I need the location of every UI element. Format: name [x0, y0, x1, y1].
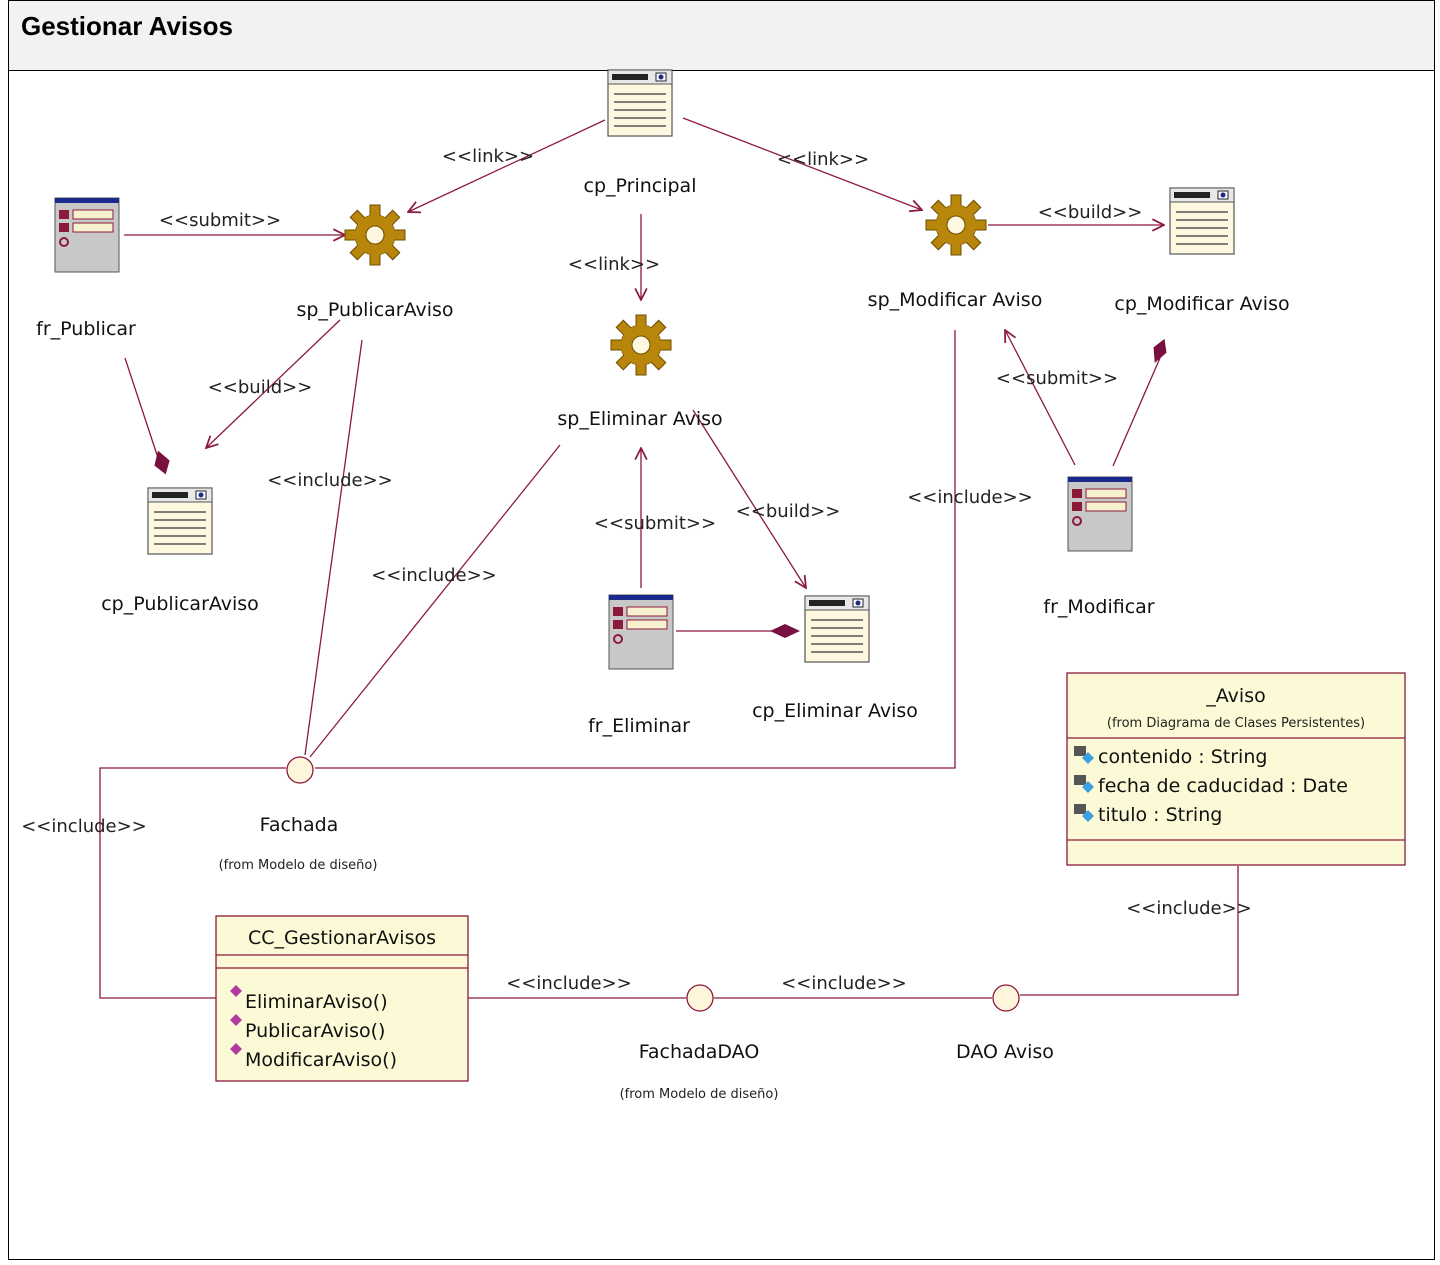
fachadadao-interface-icon: [686, 984, 714, 1012]
stereo-submit-modificar: <<submit>>: [996, 368, 1118, 389]
fr-eliminar-icon: [608, 594, 674, 670]
stereo-include-aviso: <<include>>: [1126, 898, 1252, 919]
node-cp-eliminar: cp_Eliminar Aviso: [752, 700, 918, 722]
cp-principal-icon: [607, 69, 673, 137]
include-publicar-fachada: [304, 339, 363, 756]
stereo-include-cc-dao: <<include>>: [506, 973, 632, 994]
stereo-include-publicar: <<include>>: [267, 470, 393, 491]
stereo-submit-publicar: <<submit>>: [159, 210, 281, 231]
cp-modificar-icon: [1169, 187, 1235, 255]
submit-modificar: [1005, 330, 1076, 466]
op-publicar: PublicarAviso(): [245, 1020, 385, 1042]
stereo-build-eliminar: <<build>>: [736, 501, 841, 522]
comp-publicar: [124, 357, 163, 471]
stereo-link-publicar: <<link>>: [442, 146, 534, 167]
stereo-include-dao-chain: <<include>>: [781, 973, 907, 994]
fr-publicar-icon: [54, 197, 120, 273]
node-sp-publicar: sp_PublicarAviso: [296, 299, 453, 321]
node-cp-publicar: cp_PublicarAviso: [101, 593, 259, 615]
fr-modificar-icon: [1067, 476, 1133, 552]
stereo-link-modificar: <<link>>: [777, 149, 869, 170]
sp-eliminar-gear-icon: [610, 314, 672, 376]
node-sp-eliminar: sp_Eliminar Aviso: [557, 408, 722, 430]
diamond-modificar: [1153, 338, 1167, 363]
op-eliminar: EliminarAviso(): [245, 991, 388, 1013]
node-fr-modificar: fr_Modificar: [1043, 596, 1154, 618]
class-aviso-from: (from Diagrama de Clases Persistentes): [1107, 716, 1365, 731]
cp-publicar-icon: [147, 487, 213, 555]
node-fr-eliminar: fr_Eliminar: [588, 715, 690, 737]
node-fr-publicar: fr_Publicar: [36, 318, 136, 340]
op-modificar: ModificarAviso(): [245, 1049, 397, 1071]
stereo-include-modificar: <<include>>: [907, 487, 1033, 508]
attr-fecha: fecha de caducidad : Date: [1098, 775, 1348, 797]
attr-contenido: contenido : String: [1098, 746, 1267, 768]
class-aviso: _Aviso (from Diagrama de Clases Persiste…: [1066, 672, 1406, 866]
node-fachadadao: FachadaDAO: [639, 1041, 760, 1063]
node-cp-principal: cp_Principal: [584, 175, 697, 197]
class-aviso-name: _Aviso: [1205, 685, 1265, 707]
build-eliminar: [692, 409, 806, 588]
node-sp-modificar: sp_Modificar Aviso: [868, 289, 1043, 311]
class-cc-gestionaravisos: CC_GestionarAvisos EliminarAviso() Publi…: [215, 915, 469, 1082]
node-fachada: Fachada: [260, 814, 339, 836]
fachadadao-from: (from Modelo de diseño): [620, 1087, 779, 1102]
sp-publicar-gear-icon: [344, 204, 406, 266]
node-cp-modificar: cp_Modificar Aviso: [1114, 293, 1289, 315]
node-dao-aviso: DAO Aviso: [956, 1041, 1054, 1063]
sp-modificar-gear-icon: [925, 194, 987, 256]
daoaviso-interface-icon: [992, 984, 1020, 1012]
fachada-from: (from Modelo de diseño): [219, 858, 378, 873]
stereo-submit-eliminar: <<submit>>: [594, 513, 716, 534]
include-eliminar-fachada: [309, 444, 561, 758]
class-cc-name: CC_GestionarAvisos: [248, 927, 436, 949]
attr-titulo: titulo : String: [1098, 804, 1222, 826]
comp-modificar: [1112, 357, 1161, 467]
cp-eliminar-icon: [804, 595, 870, 663]
diamond-eliminar: [770, 624, 800, 638]
fachada-interface-icon: [286, 756, 314, 784]
include-daoaviso-aviso: [1020, 866, 1239, 996]
stereo-include-eliminar: <<include>>: [371, 565, 497, 586]
stereo-build-modificar: <<build>>: [1038, 202, 1143, 223]
stereo-build-publicar: <<build>>: [208, 377, 313, 398]
diamond-publicar: [154, 450, 170, 475]
stereo-include-cc: <<include>>: [21, 816, 147, 837]
uml-diagram: cp_Principal sp_PublicarAviso sp_Elimina…: [21, 69, 1406, 1102]
stereo-link-eliminar: <<link>>: [568, 254, 660, 275]
